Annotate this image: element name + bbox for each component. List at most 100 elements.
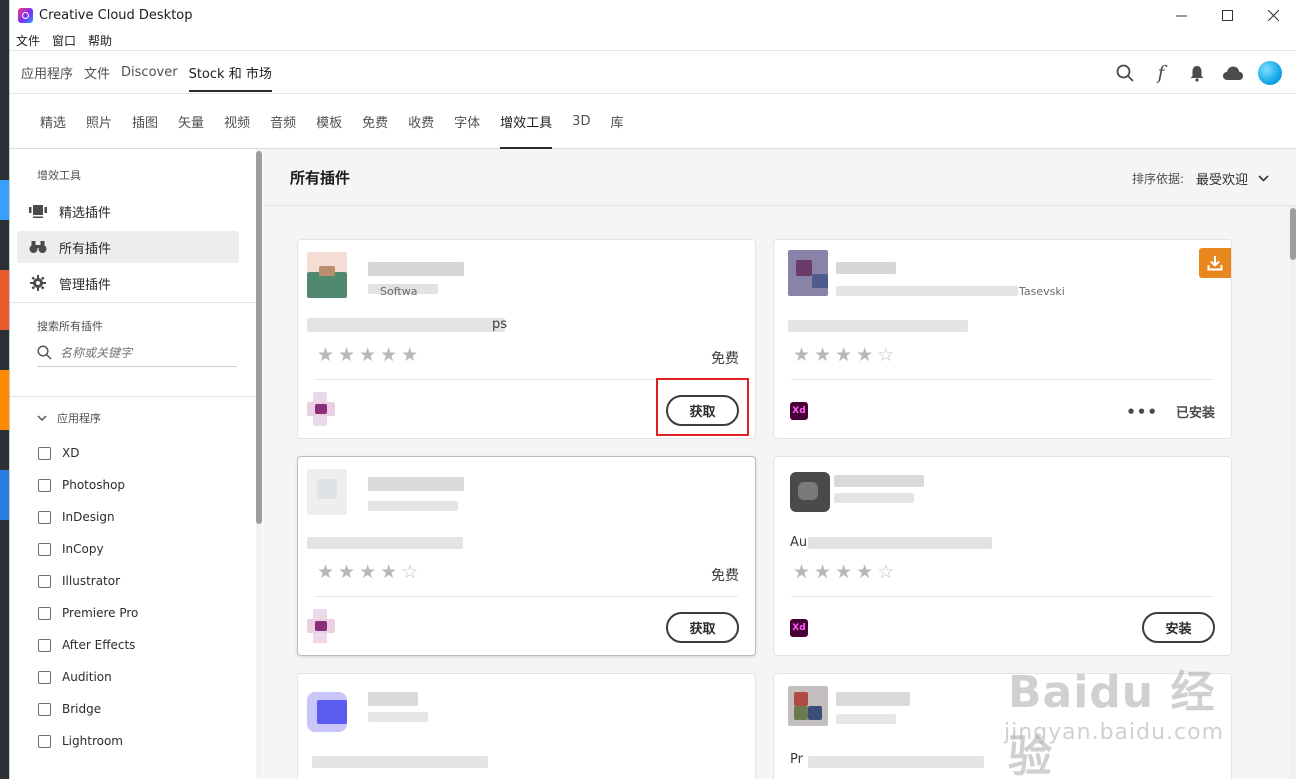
plugin-description-fragment: Au bbox=[790, 535, 808, 550]
get-plugin-button[interactable]: 获取 bbox=[666, 612, 739, 643]
menu-help[interactable]: 帮助 bbox=[88, 32, 112, 49]
subtab-free[interactable]: 免费 bbox=[362, 94, 388, 149]
menu-window[interactable]: 窗口 bbox=[52, 32, 76, 49]
subtab-paid[interactable]: 收费 bbox=[408, 94, 434, 149]
filter-checkbox-audition[interactable]: Audition bbox=[38, 667, 112, 687]
maximize-button[interactable] bbox=[1204, 0, 1250, 30]
xd-app-badge-icon: Xd bbox=[790, 619, 808, 637]
filter-checkbox-photoshop[interactable]: Photoshop bbox=[38, 475, 125, 495]
filter-checkbox-lightroom[interactable]: Lightroom bbox=[38, 731, 123, 751]
sidebar-item-featured-plugins[interactable]: 精选插件 bbox=[17, 195, 239, 227]
redacted-plugin-name bbox=[836, 692, 910, 706]
redacted-plugin-name bbox=[368, 262, 464, 276]
subtab-vectors[interactable]: 矢量 bbox=[178, 94, 204, 149]
search-icon bbox=[37, 345, 52, 360]
checkbox[interactable] bbox=[38, 670, 51, 684]
rating-stars: ★ ★ ★ ★ ☆ bbox=[793, 344, 895, 366]
filter-checkbox-incopy[interactable]: InCopy bbox=[38, 539, 104, 559]
checkbox[interactable] bbox=[38, 606, 51, 620]
main-scrollbar[interactable] bbox=[1289, 206, 1296, 779]
plugin-thumbnail bbox=[788, 686, 828, 732]
rating-stars: ★ ★ ★ ★ ★ bbox=[317, 344, 419, 366]
filter-checkbox-indesign[interactable]: InDesign bbox=[38, 507, 115, 527]
redacted-plugin-description bbox=[788, 320, 968, 332]
sort-dropdown[interactable]: 排序依据: 最受欢迎 bbox=[1132, 169, 1269, 188]
sidebar-section-title: 增效工具 bbox=[37, 169, 81, 182]
more-options-button[interactable]: ••• bbox=[1126, 403, 1158, 421]
redacted-plugin-author bbox=[836, 286, 1018, 296]
checkbox[interactable] bbox=[38, 574, 51, 588]
subtab-fonts[interactable]: 字体 bbox=[454, 94, 480, 149]
user-avatar[interactable] bbox=[1258, 61, 1282, 85]
menu-bar: 文件 窗口 帮助 bbox=[10, 30, 118, 50]
checkbox[interactable] bbox=[38, 638, 51, 652]
checkbox[interactable] bbox=[38, 702, 51, 716]
tab-files[interactable]: 文件 bbox=[84, 50, 110, 94]
cloud-activity-button[interactable] bbox=[1222, 62, 1244, 84]
menu-file[interactable]: 文件 bbox=[16, 32, 40, 49]
tab-stock-marketplace[interactable]: Stock 和 市场 bbox=[188, 50, 273, 94]
sidebar-item-manage-plugins[interactable]: 管理插件 bbox=[17, 267, 239, 299]
subtab-3d[interactable]: 3D bbox=[572, 94, 590, 149]
checkbox[interactable] bbox=[38, 734, 51, 748]
search-button[interactable] bbox=[1114, 62, 1136, 84]
redacted-plugin-author bbox=[368, 501, 458, 511]
subtab-photos[interactable]: 照片 bbox=[86, 94, 112, 149]
minimize-icon bbox=[1175, 15, 1187, 16]
checkbox[interactable] bbox=[38, 446, 51, 460]
sidebar-divider bbox=[10, 396, 256, 397]
checkbox-label: Photoshop bbox=[62, 478, 126, 492]
checkbox-label: Audition bbox=[62, 670, 112, 684]
filter-checkbox-after-effects[interactable]: After Effects bbox=[38, 635, 135, 655]
tab-apps[interactable]: 应用程序 bbox=[21, 50, 73, 94]
watermark-sub-text: jingyan.baidu.com bbox=[1004, 720, 1225, 745]
plugin-card[interactable]: ★ ★ ★ ★ ☆ 免费 获取 bbox=[297, 456, 756, 656]
redacted-plugin-author bbox=[836, 714, 896, 724]
chevron-down-icon bbox=[37, 414, 47, 421]
subtab-templates[interactable]: 模板 bbox=[316, 94, 342, 149]
baidu-watermark: Baidu 经验 jingyan.baidu.com bbox=[998, 636, 1238, 779]
filter-checkbox-premiere-pro[interactable]: Premiere Pro bbox=[38, 603, 138, 623]
tab-discover[interactable]: Discover bbox=[121, 50, 178, 94]
bell-icon bbox=[1190, 65, 1204, 82]
sidebar-item-label: 管理插件 bbox=[59, 277, 112, 293]
subtab-audio[interactable]: 音频 bbox=[270, 94, 296, 149]
fonts-button[interactable]: f bbox=[1150, 62, 1172, 84]
plugin-thumbnail bbox=[788, 250, 828, 296]
sidebar-divider bbox=[10, 302, 256, 303]
plugin-author-fragment: Tasevski bbox=[1019, 285, 1065, 298]
filter-checkbox-bridge[interactable]: Bridge bbox=[38, 699, 101, 719]
plugin-search-input[interactable] bbox=[60, 345, 230, 360]
sidebar-item-all-plugins[interactable]: 所有插件 bbox=[17, 231, 239, 263]
cloud-icon bbox=[1223, 66, 1243, 80]
watermark-main-text: Baidu 经验 bbox=[1008, 667, 1216, 779]
subtab-illustrations[interactable]: 插图 bbox=[132, 94, 158, 149]
subtab-videos[interactable]: 视频 bbox=[224, 94, 250, 149]
notifications-button[interactable] bbox=[1186, 62, 1208, 84]
plugin-card[interactable] bbox=[297, 673, 756, 779]
redacted-plugin-name bbox=[834, 475, 924, 487]
subtab-libraries[interactable]: 库 bbox=[610, 94, 623, 149]
filter-checkbox-xd[interactable]: XD bbox=[38, 443, 79, 463]
apps-filter-heading[interactable]: 应用程序 bbox=[37, 410, 101, 426]
top-navigation: 应用程序 文件 Discover Stock 和 市场 f bbox=[10, 50, 1296, 94]
subtab-featured[interactable]: 精选 bbox=[40, 94, 66, 149]
filter-checkbox-illustrator[interactable]: Illustrator bbox=[38, 571, 120, 591]
close-button[interactable] bbox=[1250, 0, 1296, 30]
installed-label: 已安装 bbox=[1175, 406, 1215, 421]
checkbox[interactable] bbox=[38, 542, 51, 556]
checkbox-label: Illustrator bbox=[62, 574, 121, 588]
scrollbar-thumb[interactable] bbox=[1290, 208, 1296, 260]
update-download-button[interactable] bbox=[1199, 248, 1231, 278]
minimize-button[interactable] bbox=[1158, 0, 1204, 30]
subtab-plugins[interactable]: 增效工具 bbox=[500, 94, 553, 149]
scrollbar-thumb[interactable] bbox=[256, 151, 262, 524]
sidebar-scrollbar[interactable] bbox=[256, 149, 262, 779]
featured-plugins-icon bbox=[29, 202, 47, 220]
stock-subnavigation: 精选 照片 插图 矢量 视频 音频 模板 免费 收费 字体 增效工具 3D 库 bbox=[10, 94, 1296, 149]
listing-header: 所有插件 排序依据: 最受欢迎 bbox=[263, 149, 1296, 206]
checkbox[interactable] bbox=[38, 478, 51, 492]
checkbox[interactable] bbox=[38, 510, 51, 524]
plugin-card[interactable]: Tasevski ★ ★ ★ ★ ☆ Xd ••• 已安装 bbox=[773, 239, 1232, 439]
plugin-card[interactable]: Au ★ ★ ★ ★ ☆ Xd 安装 bbox=[773, 456, 1232, 656]
